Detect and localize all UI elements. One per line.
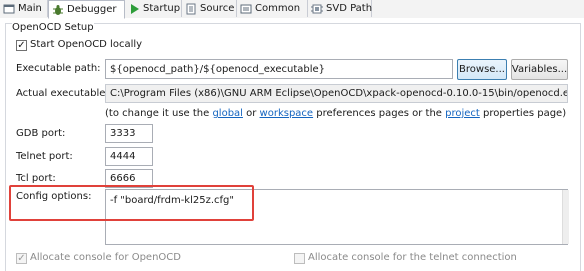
actual-executable-label: Actual executable: — [16, 88, 109, 99]
check-icon: ✓ — [17, 252, 26, 264]
tab-label: SVD Path — [326, 3, 373, 14]
hint-or: or — [242, 108, 260, 119]
tab-label: Debugger — [67, 4, 117, 15]
telnet-port-label: Telnet port: — [16, 151, 73, 162]
tab-label: Source — [200, 3, 235, 14]
tab-bar: Main Debugger Startup Source Common SVD … — [0, 0, 584, 19]
tab-main[interactable]: Main — [0, 0, 48, 17]
startup-icon — [128, 3, 140, 15]
group-title: OpenOCD Setup — [12, 22, 94, 33]
common-icon — [240, 3, 252, 15]
allocate-console-checkbox[interactable]: ✓ — [16, 253, 27, 264]
global-link[interactable]: global — [212, 108, 243, 119]
start-locally-label: Start OpenOCD locally — [30, 39, 143, 50]
hint-mid: preferences pages or the — [313, 108, 446, 119]
project-link[interactable]: project — [445, 108, 480, 119]
svd-path-icon — [311, 3, 323, 15]
gdb-port-label: GDB port: — [16, 128, 66, 139]
executable-path-input[interactable]: ${openocd_path}/${openocd_executable} — [105, 59, 453, 79]
source-icon — [185, 3, 197, 15]
hint-prefix: (to change it use the — [105, 108, 213, 119]
main-icon — [3, 3, 15, 15]
tab-svd-path[interactable]: SVD Path — [308, 0, 372, 17]
preferences-hint: (to change it use the global or workspac… — [105, 108, 566, 119]
workspace-link[interactable]: workspace — [260, 108, 314, 119]
variables-button[interactable]: Variables... — [511, 59, 568, 80]
hint-suffix: properties page) — [479, 108, 567, 119]
start-locally-checkbox[interactable]: ✓ — [16, 40, 27, 51]
config-scrollbar[interactable] — [562, 190, 569, 244]
debugger-icon — [52, 4, 64, 16]
tab-label: Main — [18, 3, 42, 14]
gdb-port-input[interactable]: 3333 — [105, 124, 153, 143]
tab-label: Common — [255, 3, 301, 14]
telnet-port-input[interactable]: 4444 — [105, 147, 153, 166]
allocate-telnet-checkbox[interactable] — [294, 253, 305, 264]
tab-common[interactable]: Common — [237, 0, 308, 17]
browse-button[interactable]: Browse... — [457, 59, 507, 80]
allocate-console-label: Allocate console for OpenOCD — [30, 252, 181, 263]
executable-path-label: Executable path: — [16, 63, 101, 74]
check-icon: ✓ — [17, 39, 26, 51]
tab-label: Startup — [143, 3, 181, 14]
config-highlight-box — [9, 185, 254, 221]
tcl-port-label: Tcl port: — [16, 173, 56, 184]
tab-startup[interactable]: Startup — [125, 0, 182, 17]
tab-debugger[interactable]: Debugger — [48, 0, 125, 19]
tab-source[interactable]: Source — [182, 0, 237, 17]
allocate-telnet-label: Allocate console for the telnet connecti… — [308, 252, 517, 263]
actual-executable-field: C:\Program Files (x86)\GNU ARM Eclipse\O… — [105, 84, 568, 103]
